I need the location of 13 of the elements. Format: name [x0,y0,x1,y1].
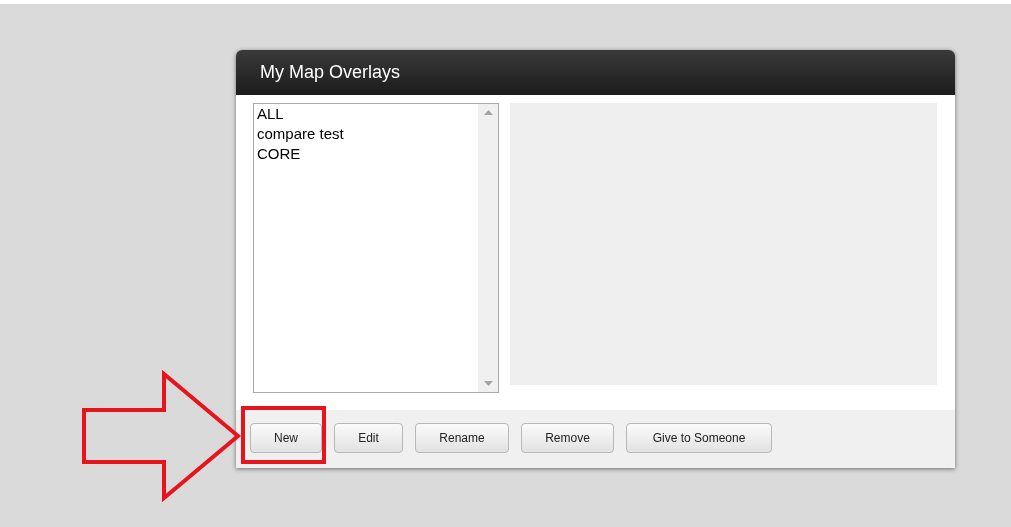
action-button[interactable]: Remove [521,423,614,453]
overlay-item[interactable]: ALL [257,104,478,124]
scrollbar[interactable] [478,104,498,392]
overlay-item[interactable]: CORE [257,144,478,164]
scroll-down-icon[interactable] [483,381,493,386]
overlay-item[interactable]: compare test [257,124,478,144]
scroll-up-icon[interactable] [483,110,493,115]
action-button[interactable]: Rename [415,423,509,453]
dialog-title: My Map Overlays [260,61,401,84]
action-button[interactable]: New [250,423,322,453]
overlay-listbox[interactable]: ALL compare test CORE [253,103,499,393]
action-button[interactable]: Edit [334,423,403,453]
action-button[interactable]: Give to Someone [626,423,772,453]
